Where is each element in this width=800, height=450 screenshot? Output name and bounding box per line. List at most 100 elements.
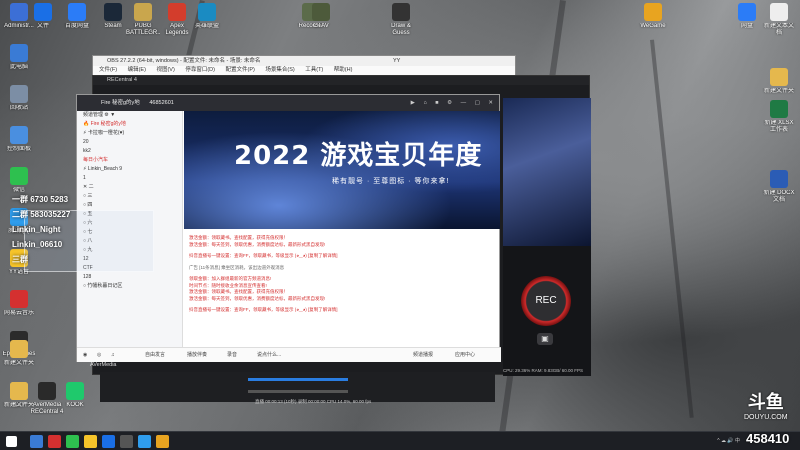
- channel-tree-item[interactable]: kk2: [77, 147, 182, 156]
- right-desktop-icon[interactable]: WeGame: [636, 3, 670, 37]
- channel-tree-item[interactable]: ⚡ Linkin_Beach 9: [77, 165, 182, 174]
- channel-tree-item[interactable]: ⚡ 卡拉咖一橙花(♥): [77, 129, 182, 138]
- close-icon[interactable]: ✕: [488, 100, 493, 106]
- taskbar-app-icon[interactable]: [156, 435, 169, 448]
- obs-right-label: YY: [393, 58, 401, 64]
- obs-window[interactable]: OBS 27.2.2 (64-bit, windows) - 配置文件: 未命名…: [92, 55, 516, 75]
- mic-icon[interactable]: ◎: [97, 348, 101, 363]
- app-icon: [198, 3, 216, 21]
- channel-tree-item[interactable]: 1: [77, 174, 182, 183]
- maximize-icon[interactable]: ▢: [475, 100, 480, 106]
- app-center-button[interactable]: 应用中心: [455, 348, 475, 363]
- taskbar-app-icon[interactable]: [30, 435, 43, 448]
- broadcast-button[interactable]: 频道播报: [413, 348, 433, 363]
- overlay-line: 三群: [12, 255, 28, 264]
- top-desktop-icon[interactable]: Steam: [96, 3, 130, 37]
- play-accompaniment-button[interactable]: 播放伴奏: [187, 348, 207, 363]
- voice-icon[interactable]: ◉: [83, 348, 87, 363]
- app-icon: [770, 3, 788, 21]
- video-icon[interactable]: ▶: [411, 100, 415, 106]
- speaker-icon[interactable]: ♫: [111, 348, 115, 363]
- stream-overlay-text: 一群 6730 5283 二群 583035227 Linkin_Night Link…: [12, 192, 70, 267]
- rec-button[interactable]: REC: [521, 276, 571, 326]
- right-desktop-icon[interactable]: 网盘: [730, 3, 764, 37]
- obs-menu-profile[interactable]: 配置文件(P): [225, 67, 254, 73]
- top-desktop-icon[interactable]: 文件: [26, 3, 60, 37]
- app-icon: [312, 3, 330, 21]
- desktop-icon-label: 新建文本文档: [763, 23, 794, 36]
- desktop-icon-label: Apex Legends: [165, 23, 189, 36]
- right-desktop-icon[interactable]: 新建 DOCX 文档: [762, 170, 796, 204]
- lock-icon[interactable]: ▣: [537, 333, 553, 345]
- left-desktop-icon[interactable]: KOOK: [58, 382, 92, 416]
- top-desktop-icon[interactable]: Draw & Guess: [384, 3, 418, 37]
- recentral-lower-bar: [100, 372, 495, 402]
- channel-tree-item[interactable]: ○ 竹幡秋暮日记区: [77, 282, 182, 291]
- desktop-icon-label: GTAV: [313, 23, 329, 29]
- right-desktop-icon[interactable]: 新建文件夹: [762, 68, 796, 102]
- obs-menu-help[interactable]: 帮助(H): [334, 67, 353, 73]
- volume-slider[interactable]: [248, 378, 348, 381]
- channel-tree-item[interactable]: 🔥 Fire 秘密g的y地: [77, 120, 182, 129]
- mic-slider[interactable]: [248, 390, 348, 393]
- overlay-line: Linkin_Night: [12, 225, 61, 234]
- top-desktop-icon[interactable]: PUBG BATTLEGR...: [126, 3, 160, 37]
- right-desktop-icon[interactable]: 新建 XLSX 工作表: [762, 100, 796, 134]
- top-desktop-icon[interactable]: GTAV: [304, 3, 338, 37]
- right-desktop-icon[interactable]: 新建文本文档: [762, 3, 796, 37]
- obs-menu-tools[interactable]: 工具(T): [305, 67, 323, 73]
- obs-menu-file[interactable]: 文件(F): [99, 67, 117, 73]
- free-speak-button[interactable]: 自由发言: [145, 348, 165, 363]
- taskbar-app-icon[interactable]: [102, 435, 115, 448]
- recentral-title-bar[interactable]: RECentral 4: [93, 76, 589, 85]
- left-desktop-icon[interactable]: 网易云音乐: [2, 290, 36, 324]
- channel-title: Fire 秘密g的y地: [101, 100, 140, 106]
- left-desktop-icon[interactable]: 控制面板: [2, 126, 36, 160]
- obs-menu-view[interactable]: 视图(V): [156, 67, 174, 73]
- obs-menu-docks[interactable]: 停靠窗口(D): [185, 67, 215, 73]
- overlay-line: Linkin_06610: [12, 240, 63, 249]
- obs-title: OBS 27.2.2 (64-bit, windows) - 配置文件: 未命名…: [107, 58, 261, 64]
- app-icon: [738, 3, 756, 21]
- obs-menu-bar: 文件(F) 编辑(E) 视图(V) 停靠窗口(D) 配置文件(P) 场景集合(S…: [93, 66, 515, 75]
- taskbar: ^ ☁ 🔊 中: [0, 431, 800, 450]
- top-desktop-icon[interactable]: 英雄联盟: [190, 3, 224, 37]
- channel-tree-item[interactable]: 频道管理 ⚙ ▼: [77, 111, 182, 120]
- event-banner[interactable]: 2022 游戏宝贝年度 稀有靓号 · 至尊图标 · 等你来拿!: [184, 111, 500, 229]
- top-desktop-icon[interactable]: 百度网盘: [60, 3, 94, 37]
- taskbar-app-icon[interactable]: [48, 435, 61, 448]
- channel-tree-item[interactable]: 128: [77, 273, 182, 282]
- chat-title-bar[interactable]: Fire 秘密g的y地 46852601 ▶ ⌂ ■ ⚙ — ▢ ✕: [77, 95, 499, 111]
- desktop-icon-label: 百度网盘: [64, 23, 89, 29]
- system-tray[interactable]: ^ ☁ 🔊 中: [717, 437, 740, 444]
- recentral-title: RECentral 4: [107, 77, 137, 83]
- record-button[interactable]: 录音: [227, 348, 237, 363]
- top-desktop-icon[interactable]: Apex Legends: [160, 3, 194, 37]
- left-desktop-icon[interactable]: 新建文件夹: [2, 340, 36, 374]
- left-desktop-icon[interactable]: 回收站: [2, 85, 36, 119]
- channel-tree-item[interactable]: ○ 三: [77, 192, 182, 201]
- channel-tree-item[interactable]: ✕ 二: [77, 183, 182, 192]
- obs-menu-edit[interactable]: 编辑(E): [128, 67, 146, 73]
- app-icon: [10, 126, 28, 144]
- minimize-icon[interactable]: —: [461, 100, 467, 106]
- channel-tree-item[interactable]: ○ 四: [77, 201, 182, 210]
- obs-title-bar[interactable]: OBS 27.2.2 (64-bit, windows) - 配置文件: 未命名…: [93, 56, 515, 66]
- gift-icon[interactable]: ■: [435, 100, 438, 106]
- channel-tree-item[interactable]: 每日小汽车: [77, 156, 182, 165]
- taskbar-app-icon[interactable]: [138, 435, 151, 448]
- desktop-icon-label: 网盘: [740, 23, 753, 29]
- home-icon[interactable]: ⌂: [423, 100, 426, 106]
- taskbar-app-icon[interactable]: [84, 435, 97, 448]
- channel-tree-item[interactable]: 20: [77, 138, 182, 147]
- recentral-stats: CPU: 29.36% RAM: 9.83GB/ 60.00 FPS: [503, 368, 584, 373]
- overlay-line: 一群 6730 5283: [12, 195, 69, 204]
- obs-menu-scene-collection[interactable]: 场景集合(S): [265, 67, 294, 73]
- taskbar-app-icon[interactable]: [120, 435, 133, 448]
- windows-start-icon[interactable]: [6, 436, 17, 447]
- settings-icon[interactable]: ⚙: [447, 100, 452, 106]
- taskbar-app-icon[interactable]: [66, 435, 79, 448]
- left-desktop-icon[interactable]: 此电脑: [2, 44, 36, 78]
- channel-id: 46852601: [149, 100, 174, 106]
- chat-input[interactable]: 说点什么...: [257, 348, 281, 363]
